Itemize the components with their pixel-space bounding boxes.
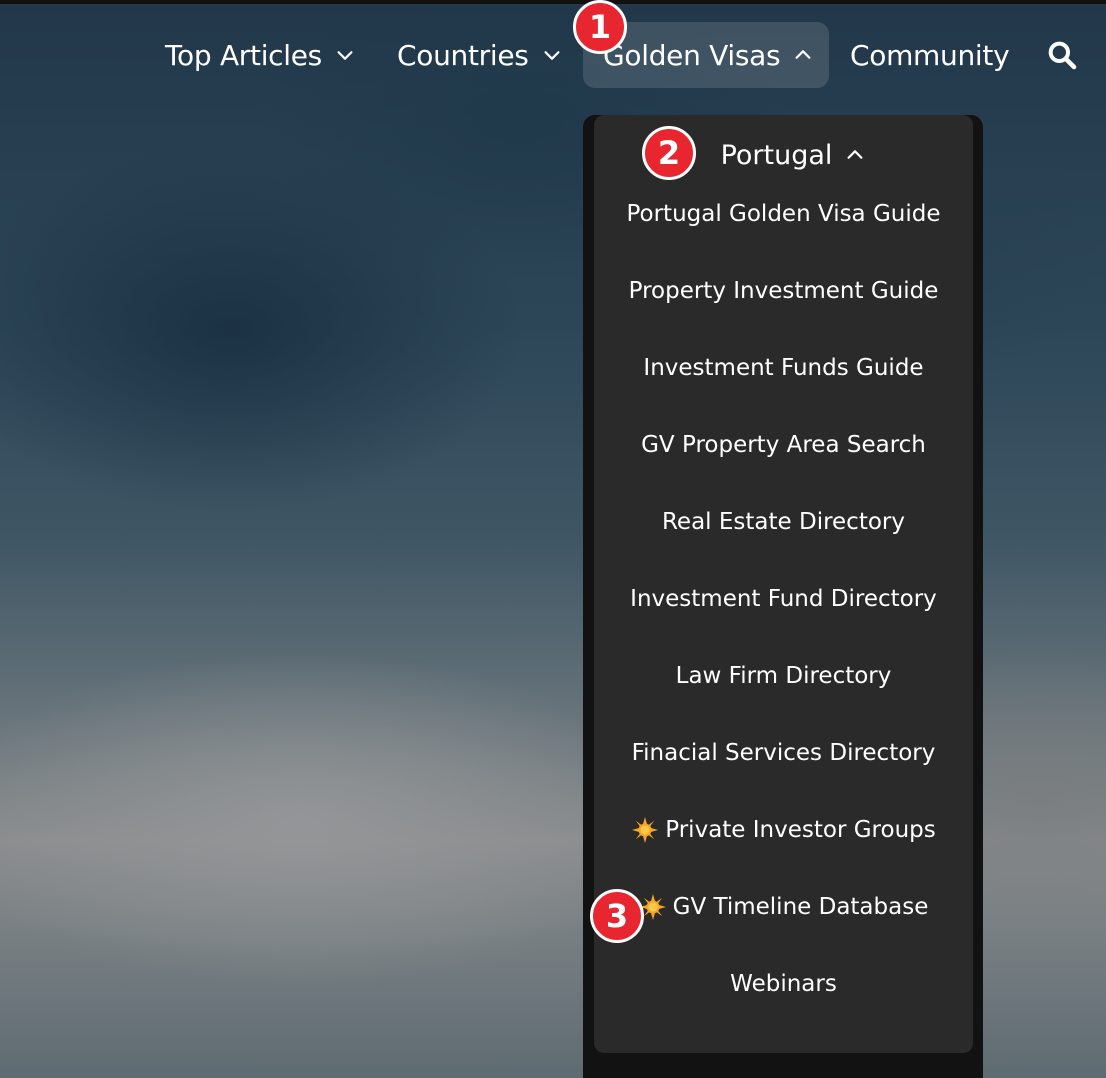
search-icon (1048, 41, 1077, 70)
menu-item-label: Real Estate Directory (661, 509, 905, 535)
menu-item-label: GV Timeline Database (672, 894, 929, 920)
menu-item-label: Webinars (730, 971, 837, 997)
chevron-up-icon (795, 50, 811, 59)
nav-community[interactable]: Community (850, 22, 1010, 88)
nav-countries-label: Countries (397, 38, 529, 72)
menu-item-label: Portugal Golden Visa Guide (626, 201, 941, 227)
dropdown-section-label: Portugal (720, 139, 833, 171)
step-badge-1: 1 (573, 0, 627, 54)
step-badge-2: 2 (642, 126, 696, 180)
menu-item-label: Law Firm Directory (675, 663, 892, 689)
chevron-down-icon (337, 51, 353, 60)
chevron-up-icon (847, 150, 863, 159)
menu-item-property-investment-guide[interactable]: Property Investment Guide (594, 269, 973, 347)
nav-golden-visas-label: Golden Visas (603, 38, 781, 72)
step-badge-3: 3 (590, 889, 644, 943)
top-border (0, 0, 1106, 4)
dropdown-list: Portugal Golden Visa Guide Property Inve… (594, 193, 973, 1040)
chevron-down-icon (544, 51, 560, 60)
nav-countries[interactable]: Countries (397, 22, 563, 88)
menu-item-label: Investment Funds Guide (643, 355, 924, 381)
menu-item-portugal-golden-visa-guide[interactable]: Portugal Golden Visa Guide (594, 192, 973, 270)
menu-item-real-estate-directory[interactable]: Real Estate Directory (594, 500, 973, 578)
menu-item-label: GV Property Area Search (641, 432, 926, 458)
main-nav: Top Articles Countries Golden Visas Comm… (0, 22, 1106, 88)
menu-item-gv-timeline-database[interactable]: GV Timeline Database (594, 885, 973, 963)
sun-icon (632, 817, 659, 843)
menu-item-investment-funds-guide[interactable]: Investment Funds Guide (594, 346, 973, 424)
golden-visas-dropdown: Portugal Portugal Golden Visa Guide Prop… (594, 115, 973, 1053)
menu-item-label: Finacial Services Directory (631, 740, 936, 766)
nav-top-articles-label: Top Articles (165, 38, 322, 72)
menu-item-investment-fund-directory[interactable]: Investment Fund Directory (594, 577, 973, 655)
menu-item-label: Investment Fund Directory (630, 586, 937, 612)
search-button[interactable] (1042, 22, 1082, 88)
menu-item-financial-services-directory[interactable]: Finacial Services Directory (594, 731, 973, 809)
menu-item-gv-property-area-search[interactable]: GV Property Area Search (594, 423, 973, 501)
nav-community-label: Community (850, 38, 1010, 72)
menu-item-label: Property Investment Guide (628, 278, 939, 304)
menu-item-webinars[interactable]: Webinars (594, 962, 973, 1040)
nav-top-articles[interactable]: Top Articles (165, 22, 356, 88)
menu-item-law-firm-directory[interactable]: Law Firm Directory (594, 654, 973, 732)
menu-item-private-investor-groups[interactable]: Private Investor Groups (594, 808, 973, 886)
menu-item-label: Private Investor Groups (665, 817, 936, 843)
